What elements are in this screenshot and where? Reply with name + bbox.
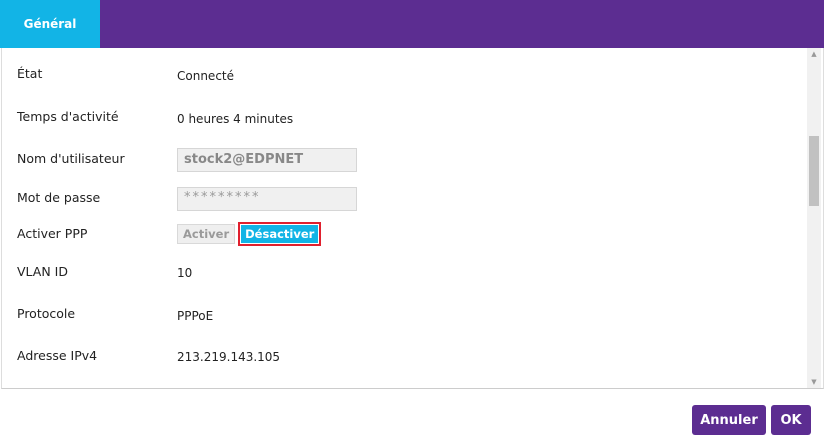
- scroll-thumb[interactable]: [809, 136, 819, 206]
- ppp-desactiver-button[interactable]: Désactiver: [241, 225, 319, 243]
- vlan-value: 10: [177, 266, 193, 280]
- ok-button[interactable]: OK: [771, 405, 811, 435]
- ppp-toggle: Activer Désactiver: [177, 222, 322, 246]
- username-field[interactable]: stock2@EDPNET: [177, 148, 357, 172]
- ppp-activer-button[interactable]: Activer: [177, 224, 236, 244]
- protocole-value: PPPoE: [177, 309, 214, 323]
- tab-general[interactable]: Général: [0, 0, 100, 48]
- scroll-up-icon[interactable]: ▲: [807, 48, 821, 60]
- scroll-down-icon[interactable]: ▼: [807, 376, 821, 388]
- temps-label: Temps d'activité: [17, 109, 119, 124]
- vlan-label: VLAN ID: [17, 264, 68, 279]
- ipv4-label: Adresse IPv4: [17, 348, 98, 363]
- ppp-desactiver-highlight: Désactiver: [238, 222, 322, 246]
- password-label: Mot de passe: [17, 190, 101, 205]
- cancel-button[interactable]: Annuler: [692, 405, 766, 435]
- header-bar: [0, 0, 824, 48]
- settings-panel: [1, 48, 824, 389]
- ppp-label: Activer PPP: [17, 226, 88, 241]
- temps-value: 0 heures 4 minutes: [177, 112, 294, 126]
- ipv4-value: 213.219.143.105: [177, 350, 281, 364]
- password-field[interactable]: *********: [177, 187, 357, 211]
- etat-value: Connecté: [177, 69, 234, 83]
- protocole-label: Protocole: [17, 306, 76, 321]
- username-label: Nom d'utilisateur: [17, 151, 125, 166]
- etat-label: État: [17, 66, 43, 81]
- scrollbar[interactable]: ▲ ▼: [807, 48, 821, 388]
